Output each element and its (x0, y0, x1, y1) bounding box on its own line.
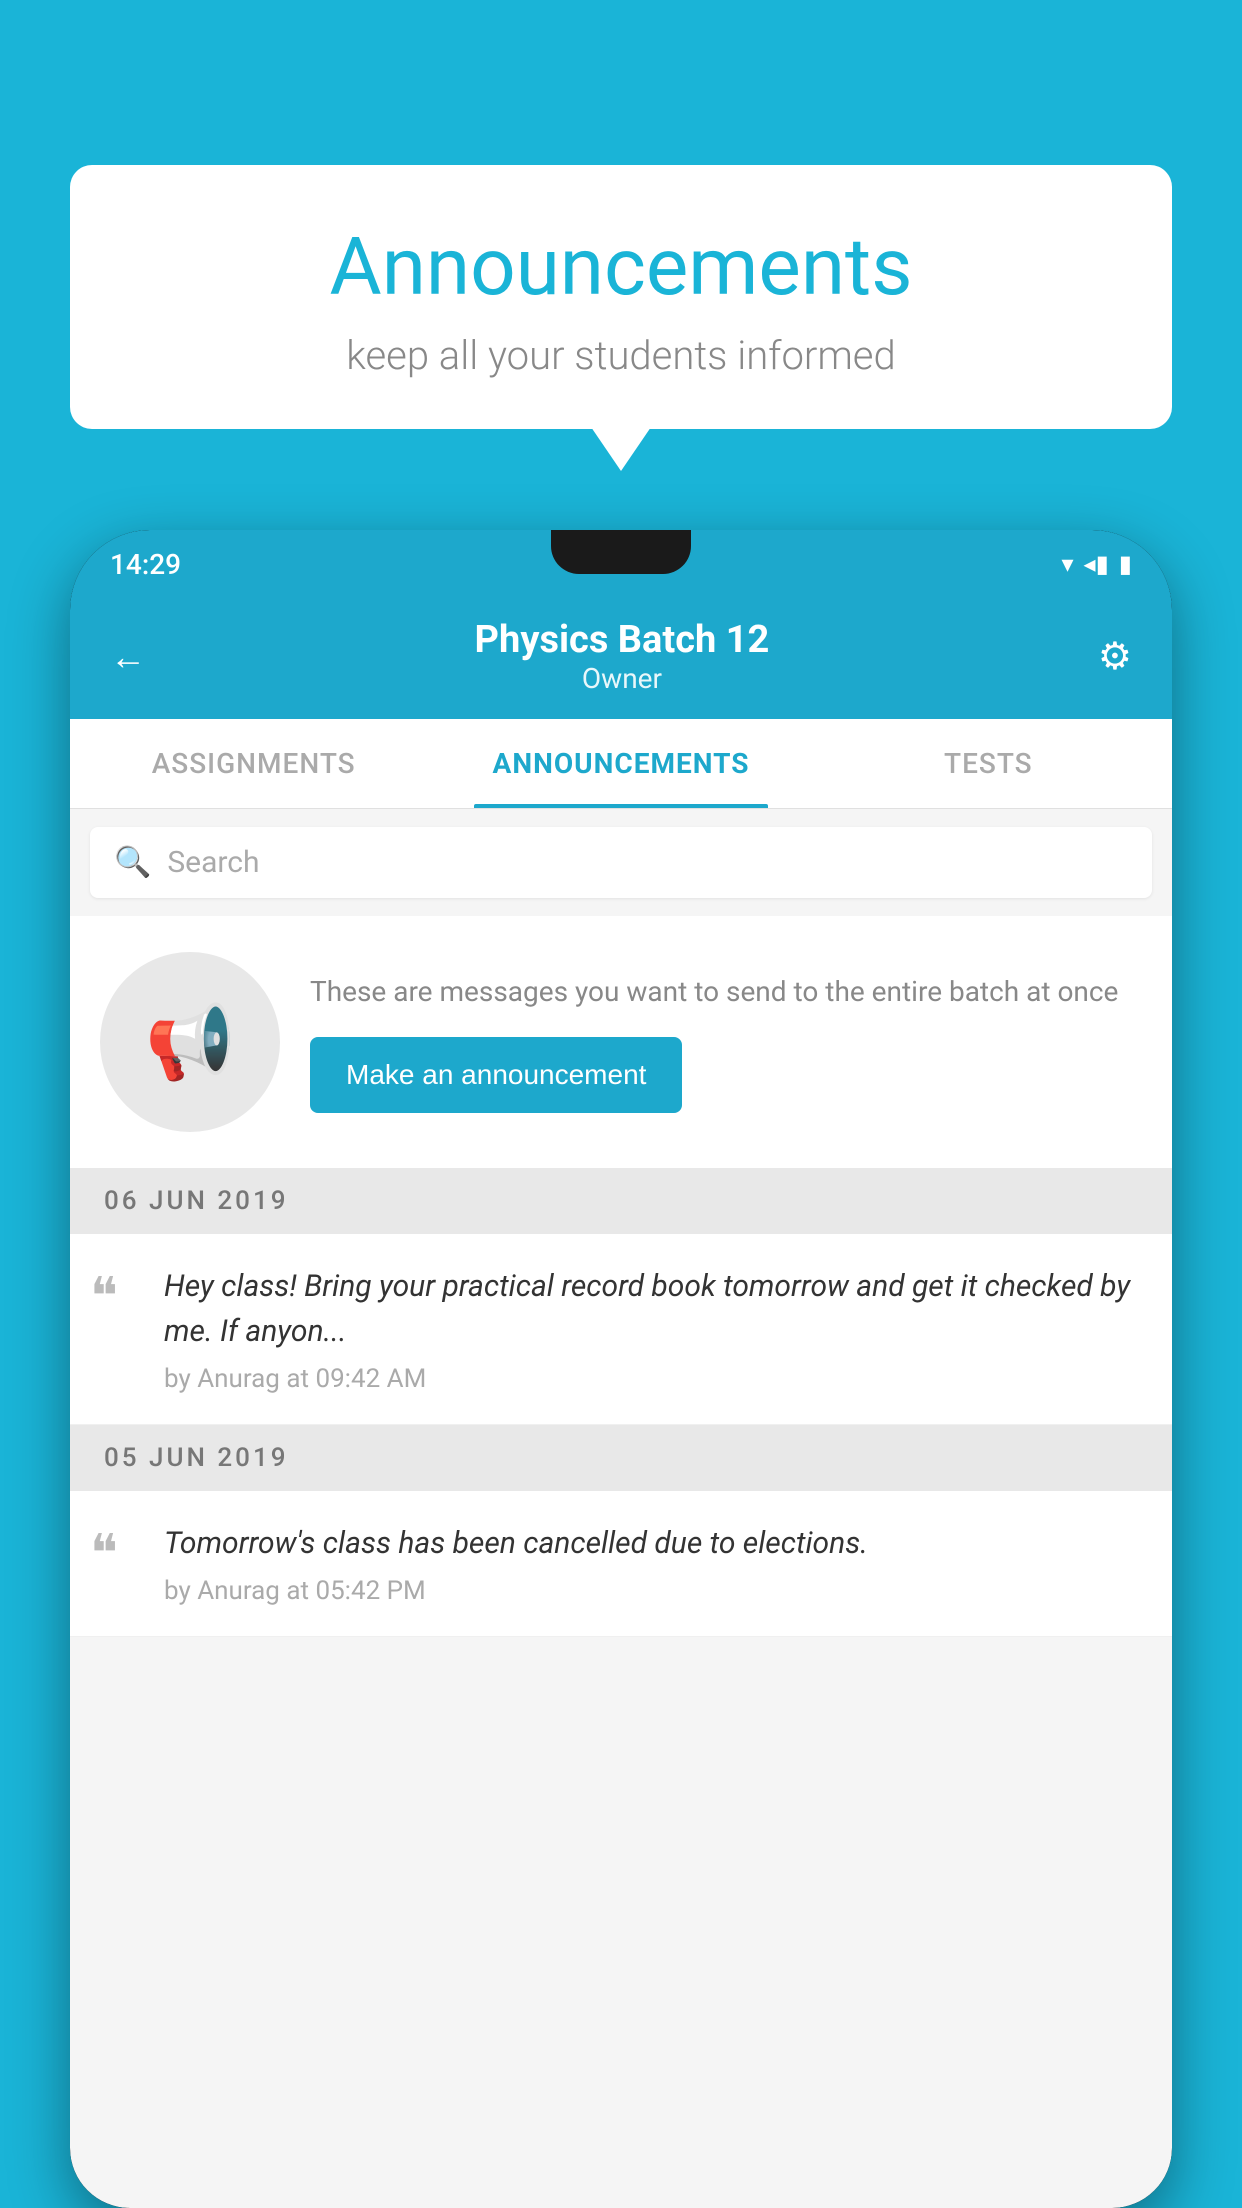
speech-bubble-section: Announcements keep all your students inf… (70, 165, 1172, 429)
date-separator-1: 06 JUN 2019 (70, 1168, 1172, 1234)
search-icon: 🔍 (114, 845, 151, 880)
wifi-icon: ▾ (1061, 550, 1073, 578)
bubble-subtitle: keep all your students informed (130, 332, 1112, 379)
prompt-description: These are messages you want to send to t… (310, 971, 1142, 1013)
announcement-message-2: Tomorrow's class has been cancelled due … (164, 1521, 1142, 1566)
speech-bubble: Announcements keep all your students inf… (70, 165, 1172, 429)
search-bar[interactable]: 🔍 Search (90, 827, 1152, 898)
signal-icon: ◂▮ (1084, 550, 1109, 578)
announcement-message-1: Hey class! Bring your practical record b… (164, 1264, 1142, 1354)
phone-content: 14:29 ▾ ◂▮ ▮ ← Physics Batch 12 Owner ⚙ … (70, 530, 1172, 2208)
phone-frame: 14:29 ▾ ◂▮ ▮ ← Physics Batch 12 Owner ⚙ … (70, 530, 1172, 2208)
announcement-item-2[interactable]: ❝ Tomorrow's class has been cancelled du… (70, 1491, 1172, 1637)
announcement-meta-1: by Anurag at 09:42 AM (164, 1364, 1142, 1394)
make-announcement-button[interactable]: Make an announcement (310, 1037, 682, 1113)
tab-bar: ASSIGNMENTS ANNOUNCEMENTS TESTS (70, 719, 1172, 809)
quote-icon-1: ❝ (90, 1272, 140, 1324)
prompt-right: These are messages you want to send to t… (310, 971, 1142, 1113)
header-center: Physics Batch 12 Owner (475, 618, 770, 695)
app-header: ← Physics Batch 12 Owner ⚙ (70, 598, 1172, 719)
bubble-title: Announcements (130, 220, 1112, 314)
tab-assignments[interactable]: ASSIGNMENTS (70, 719, 437, 808)
status-time: 14:29 (110, 548, 181, 581)
settings-icon[interactable]: ⚙ (1098, 634, 1132, 679)
header-title: Physics Batch 12 (475, 618, 770, 662)
back-button[interactable]: ← (110, 636, 146, 678)
notch (551, 530, 691, 574)
date-separator-2: 05 JUN 2019 (70, 1425, 1172, 1491)
announcement-item-1[interactable]: ❝ Hey class! Bring your practical record… (70, 1234, 1172, 1425)
announcement-meta-2: by Anurag at 05:42 PM (164, 1576, 1142, 1606)
tab-announcements[interactable]: ANNOUNCEMENTS (437, 719, 804, 808)
megaphone-icon: 📢 (145, 1000, 235, 1085)
status-icons: ▾ ◂▮ ▮ (1061, 550, 1132, 578)
tab-tests[interactable]: TESTS (805, 719, 1172, 808)
megaphone-circle: 📢 (100, 952, 280, 1132)
search-input-placeholder[interactable]: Search (167, 845, 259, 880)
status-bar: 14:29 ▾ ◂▮ ▮ (70, 530, 1172, 598)
announcement-text-1: Hey class! Bring your practical record b… (164, 1264, 1142, 1394)
announcement-prompt-card: 📢 These are messages you want to send to… (70, 916, 1172, 1168)
scrollable-content: 🔍 Search 📢 These are messages you want t… (70, 809, 1172, 2208)
header-subtitle: Owner (475, 662, 770, 695)
battery-icon: ▮ (1119, 550, 1132, 578)
quote-icon-2: ❝ (90, 1529, 140, 1581)
announcement-text-2: Tomorrow's class has been cancelled due … (164, 1521, 1142, 1606)
